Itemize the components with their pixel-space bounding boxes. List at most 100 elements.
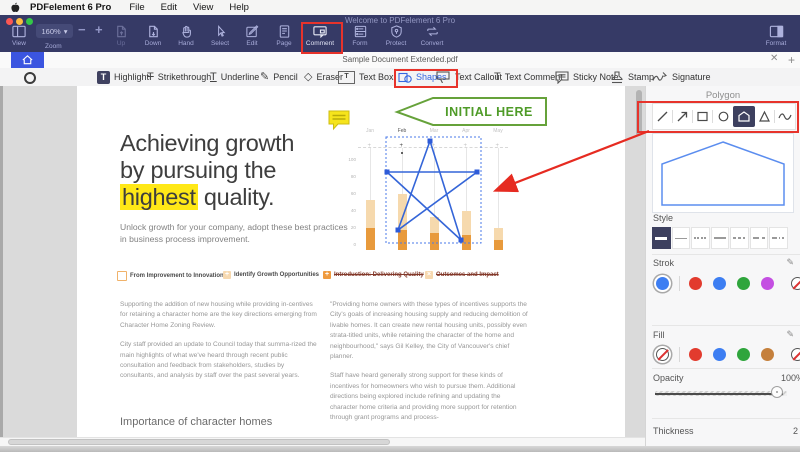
- fill-color-green[interactable]: [737, 348, 750, 361]
- close-tab-button[interactable]: ✕: [770, 53, 778, 64]
- fill-color-blue[interactable]: [713, 348, 726, 361]
- opacity-label: Opacity: [653, 373, 684, 383]
- text-callout-tool[interactable]: Text Callout: [436, 70, 502, 84]
- document-subtitle: Unlock growth for your company, adopt th…: [120, 222, 348, 244]
- stroke-color-blue[interactable]: [713, 277, 726, 290]
- stroke-color-magenta[interactable]: [761, 277, 774, 290]
- vertical-scrollbar[interactable]: [636, 90, 642, 136]
- format-button[interactable]: Format: [754, 24, 798, 47]
- pencil-tool[interactable]: ✎ Pencil: [260, 70, 298, 84]
- fill-color-none[interactable]: [791, 348, 800, 361]
- rectangle-shape-icon[interactable]: [696, 110, 709, 123]
- stroke-color-green[interactable]: [737, 277, 750, 290]
- panel-title: Polygon: [705, 90, 741, 101]
- signature-icon: [652, 72, 667, 81]
- document-tab-bar: Sample Document Extended.pdf ✕ +: [0, 52, 800, 69]
- triangle-shape-icon[interactable]: [758, 110, 771, 123]
- x-axis-label: May: [493, 128, 503, 134]
- chart-dot-marker: [401, 152, 403, 154]
- shapes-icon: [398, 72, 412, 83]
- body-column-right: "Providing home owners with these types …: [330, 301, 528, 422]
- fill-color-red[interactable]: [689, 348, 702, 361]
- opacity-slider-handle[interactable]: [771, 386, 783, 398]
- line-style-long-dash[interactable]: [749, 227, 768, 249]
- checklist-item: From Improvement to Innovation: [117, 271, 224, 281]
- bar-segment-lower: [461, 234, 471, 250]
- menu-file[interactable]: File: [129, 2, 144, 13]
- checklist-item: + Identify Growth Opportunities: [223, 271, 319, 279]
- fill-color-brown[interactable]: [761, 348, 774, 361]
- view-button[interactable]: View: [0, 24, 41, 47]
- strikethrough-icon: T: [147, 71, 154, 83]
- line-style-row: [652, 227, 788, 249]
- bar-segment-upper: [365, 199, 375, 228]
- x-axis-label: Mar: [429, 128, 439, 134]
- opacity-slider[interactable]: [655, 391, 787, 396]
- line-style-solid-thick[interactable]: [652, 227, 671, 249]
- underline-tool[interactable]: T Underline: [210, 70, 259, 84]
- comment-button[interactable]: Comment: [298, 24, 342, 47]
- line-style-dashed[interactable]: [730, 227, 749, 249]
- line-style-solid-thin[interactable]: [671, 227, 690, 249]
- menu-help[interactable]: Help: [229, 2, 249, 13]
- zoom-out-button[interactable]: −: [78, 22, 86, 37]
- signature-tool[interactable]: Signature: [652, 70, 711, 84]
- document-tab-title[interactable]: Sample Document Extended.pdf: [0, 55, 800, 64]
- checkbox-plus-icon: +: [223, 271, 231, 279]
- x-axis-label: Feb: [397, 128, 407, 134]
- chart-plus-marker: +: [399, 143, 404, 149]
- bar-chart: 0 20 40 60 80 100 Jan + Feb + Mar + Apr + May +: [348, 126, 522, 252]
- x-axis-label: Apr: [462, 128, 470, 134]
- new-tab-button[interactable]: +: [788, 53, 795, 67]
- shield-icon: [390, 25, 402, 38]
- checkbox-outline-icon: [117, 271, 127, 281]
- eraser-icon: ◇: [304, 71, 313, 83]
- sticky-note-annotation-icon[interactable]: [328, 110, 352, 132]
- line-style-dash-dot[interactable]: [769, 227, 788, 249]
- shape-tool-row: [652, 103, 796, 130]
- highlight-annotation[interactable]: highest: [120, 184, 198, 210]
- convert-button[interactable]: Convert: [410, 24, 454, 47]
- y-axis-tick: 80: [350, 174, 356, 179]
- highlight-tool[interactable]: T Highlight: [97, 70, 149, 84]
- bar-segment-upper: [429, 216, 439, 234]
- sticky-note-tool[interactable]: Sticky Note: [555, 70, 619, 84]
- polygon-shape-icon-selected[interactable]: [732, 106, 755, 127]
- strikethrough-tool[interactable]: T Strikethrough: [147, 70, 211, 84]
- text-box-tool[interactable]: T Text Box: [338, 70, 394, 84]
- stamp-tool[interactable]: Stamp: [610, 70, 654, 84]
- body-column-left: Supporting the addition of new housing w…: [120, 301, 317, 380]
- document-heading: Achieving growth by pursuing the highest…: [120, 130, 295, 210]
- apple-icon[interactable]: [10, 2, 20, 14]
- app-name: PDFelement 6 Pro: [30, 2, 112, 13]
- bar-segment-lower: [397, 229, 407, 250]
- menu-edit[interactable]: Edit: [161, 2, 177, 13]
- zoom-dropdown[interactable]: 160% ▾: [36, 24, 73, 38]
- menu-view[interactable]: View: [193, 2, 213, 13]
- stroke-color-red[interactable]: [689, 277, 702, 290]
- ellipse-shape-icon[interactable]: [717, 110, 730, 123]
- checkbox-plus-icon: +: [323, 271, 331, 279]
- gear-icon[interactable]: [24, 72, 36, 84]
- horizontal-scrollbar-thumb[interactable]: [8, 439, 390, 445]
- line-style-dotted[interactable]: [691, 227, 710, 249]
- hand-icon: [181, 25, 191, 38]
- checklist-item-strikethrough[interactable]: + Introduction: Delivering Quality: [323, 271, 424, 279]
- stroke-color-none[interactable]: [791, 277, 800, 290]
- bar-segment-upper: [397, 194, 407, 230]
- sticky-note-icon: [555, 70, 569, 84]
- cursor-icon: [217, 24, 225, 37]
- arrow-shape-icon[interactable]: [676, 110, 689, 123]
- line-shape-icon[interactable]: [656, 110, 669, 123]
- fill-current-color-swatch[interactable]: [656, 348, 669, 361]
- line-style-dashed-dense[interactable]: [710, 227, 729, 249]
- text-comment-tool[interactable]: T Text Comment: [494, 70, 563, 84]
- y-axis-tick: 20: [350, 225, 356, 230]
- curve-shape-icon[interactable]: [778, 110, 792, 123]
- stroke-current-color-swatch[interactable]: [656, 277, 669, 290]
- checklist-item-strikethrough[interactable]: × Outcomes and Impact: [425, 271, 499, 279]
- stroke-edit-pencil-icon[interactable]: ✎: [786, 257, 794, 268]
- page-icon: [279, 25, 289, 38]
- fill-edit-pencil-icon[interactable]: ✎: [786, 329, 794, 340]
- view-panes-icon: [12, 25, 26, 38]
